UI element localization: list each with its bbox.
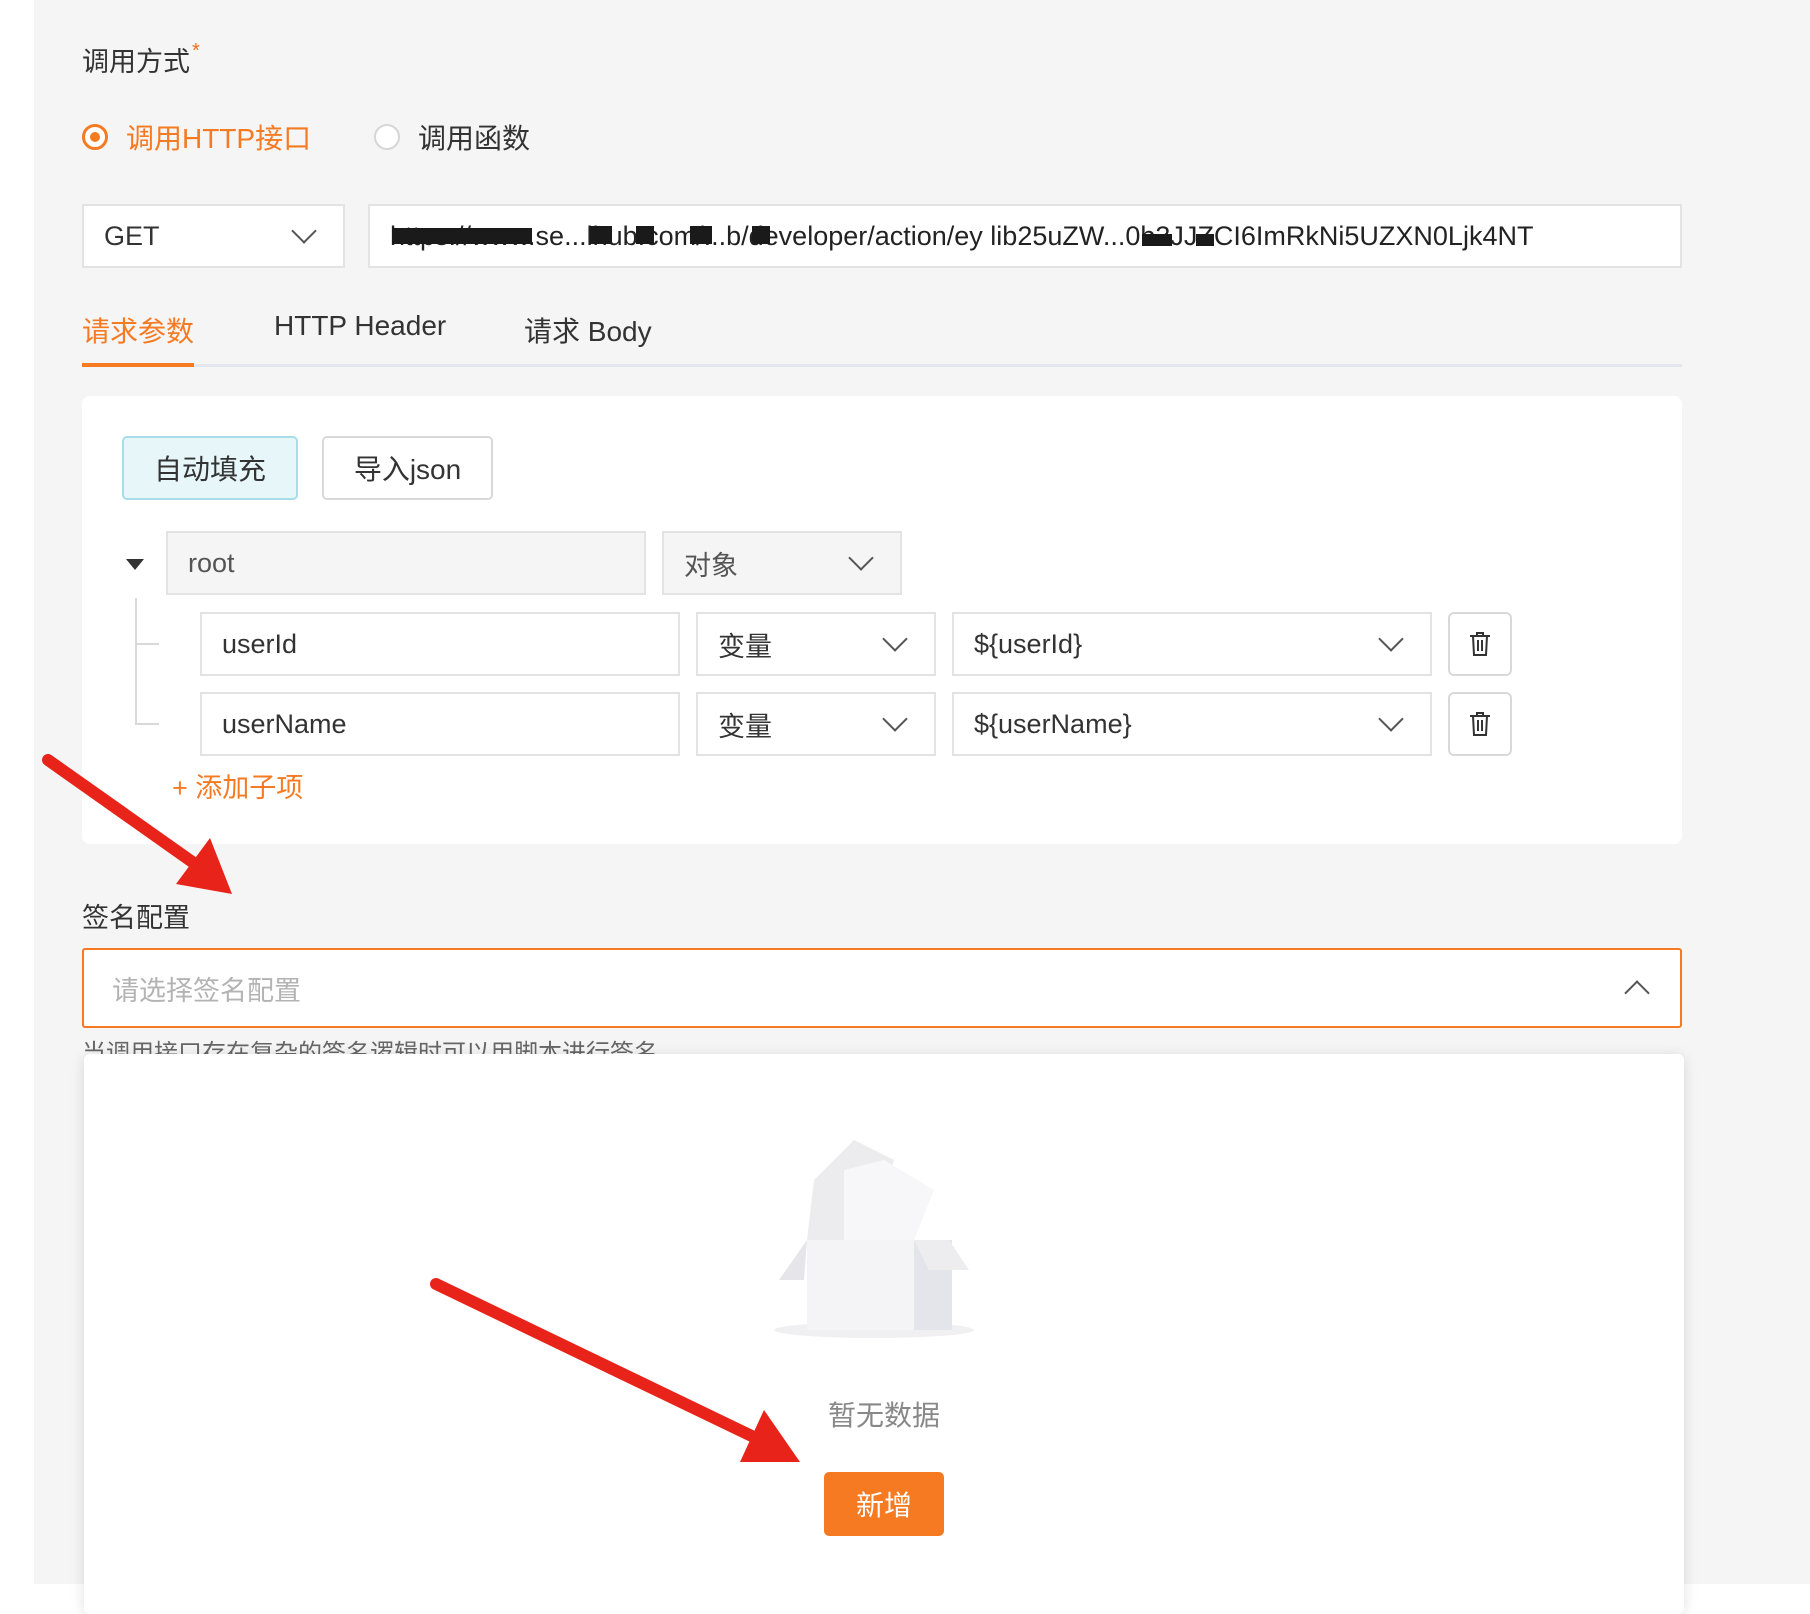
arrow-icon — [430, 1278, 800, 1462]
annotation-arrows — [42, 754, 800, 1462]
arrow-icon — [42, 754, 232, 894]
